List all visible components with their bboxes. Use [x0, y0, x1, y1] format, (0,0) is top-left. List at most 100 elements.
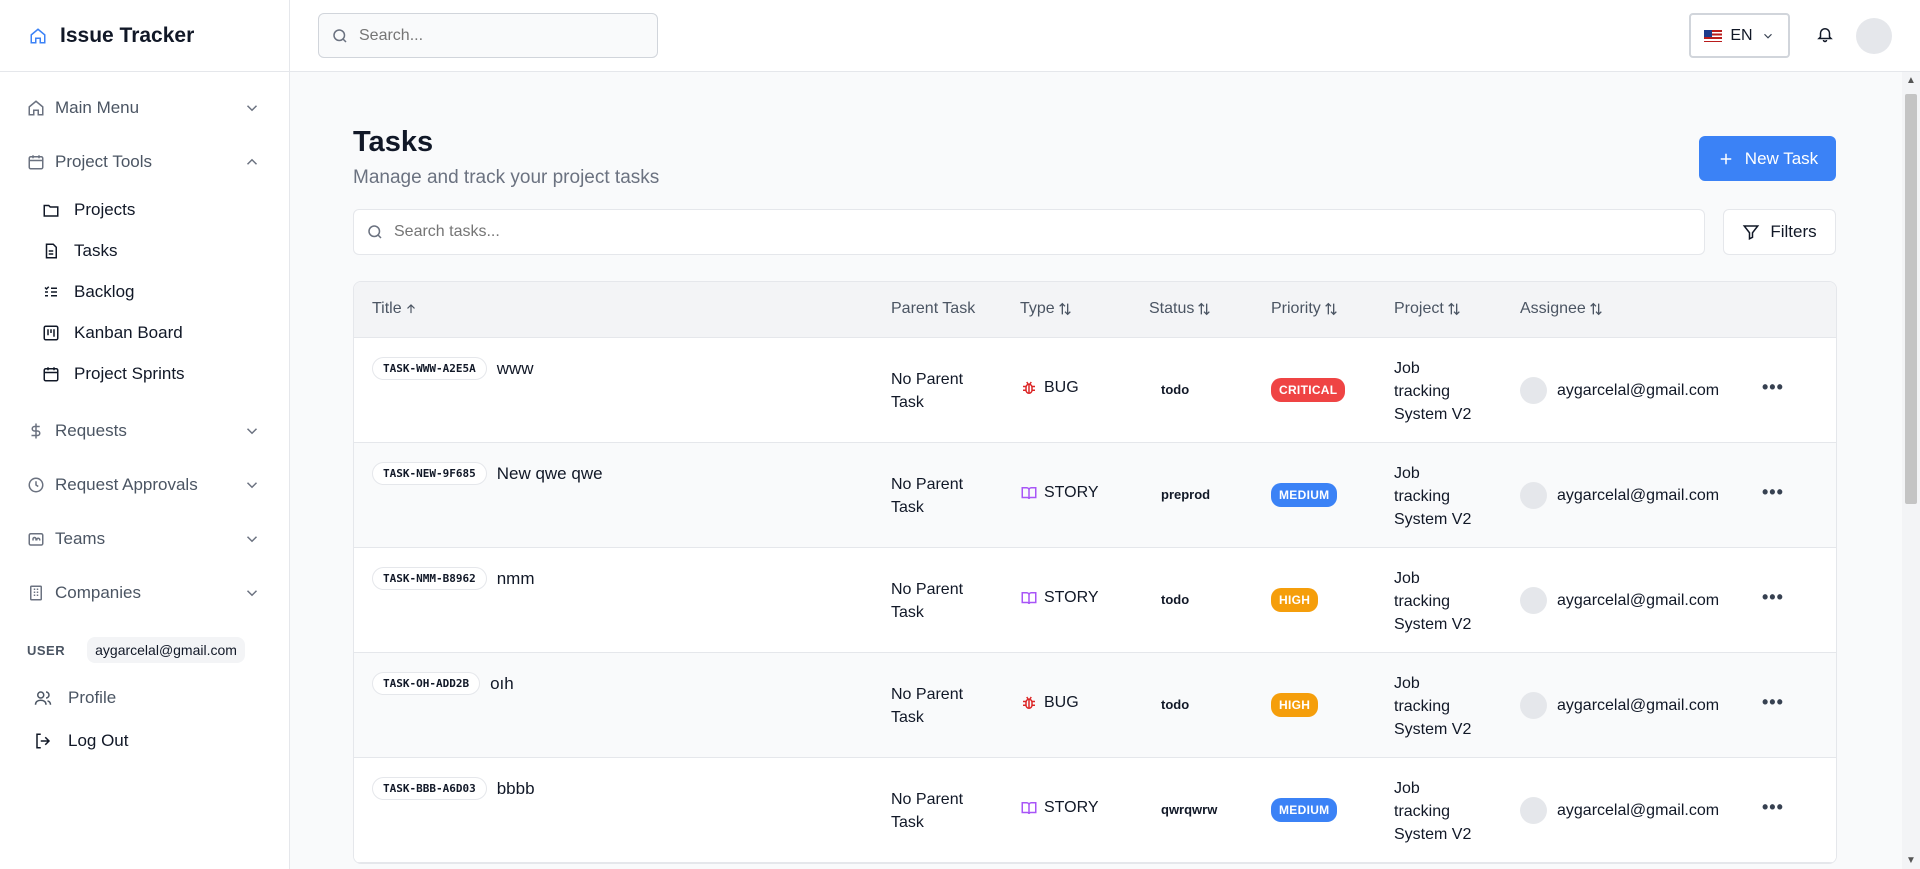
calendar-icon: [27, 153, 45, 171]
parent-task-text: Task: [891, 604, 924, 621]
assignee-cell: aygarcelal@gmail.com: [1520, 692, 1719, 719]
project-cell: Job tracking System V2: [1394, 672, 1494, 741]
type-cell: STORY: [1020, 589, 1099, 607]
assignee-cell: aygarcelal@gmail.com: [1520, 377, 1719, 404]
sidebar-section-main-menu[interactable]: Main Menu: [0, 81, 289, 135]
column-header-project[interactable]: Project: [1394, 300, 1462, 318]
global-search-input[interactable]: [359, 26, 639, 45]
scroll-down-arrow-icon[interactable]: ▼: [1906, 855, 1916, 866]
task-title-cell[interactable]: TASK-BBB-A6D03 bbbb: [372, 777, 535, 800]
more-actions-icon[interactable]: •••: [1762, 797, 1784, 818]
column-header-status[interactable]: Status: [1149, 300, 1212, 318]
brand[interactable]: Issue Tracker: [0, 0, 289, 72]
sidebar-item-projects[interactable]: Projects: [0, 189, 289, 230]
project-text: Job: [1394, 570, 1420, 587]
chevron-up-icon: [243, 153, 261, 171]
assignee-email: aygarcelal@gmail.com: [1557, 801, 1720, 819]
sidebar-section-companies[interactable]: Companies: [0, 566, 289, 620]
assignee-cell: aygarcelal@gmail.com: [1520, 482, 1719, 509]
avatar: [1520, 587, 1547, 614]
task-name[interactable]: oıh: [490, 674, 514, 694]
project-text: System V2: [1394, 826, 1472, 843]
task-title-cell[interactable]: TASK-NMM-B8962 nmm: [372, 567, 535, 590]
more-actions-icon[interactable]: •••: [1762, 482, 1784, 503]
search-icon: [331, 27, 349, 45]
parent-task-text: Task: [891, 394, 924, 411]
assignee-email: aygarcelal@gmail.com: [1557, 486, 1720, 504]
user-info: USER aygarcelal@gmail.com: [0, 630, 289, 670]
sidebar-item-backlog[interactable]: Backlog: [0, 271, 289, 312]
chevron-down-icon: [243, 530, 261, 548]
status-label: todo: [1161, 592, 1190, 607]
more-actions-icon[interactable]: •••: [1762, 692, 1784, 713]
parent-task-text: No Parent: [891, 686, 964, 703]
scroll-up-arrow-icon[interactable]: ▲: [1906, 75, 1916, 86]
us-flag-icon: [1704, 29, 1723, 42]
language-selector[interactable]: EN: [1689, 13, 1790, 58]
column-header-title[interactable]: Title: [372, 300, 418, 318]
scrollbar-thumb[interactable]: [1905, 94, 1917, 504]
table-row[interactable]: TASK-BBB-A6D03 bbbb No Parent Task STORY qwrq…: [354, 758, 1836, 863]
table-row[interactable]: TASK-OH-ADD2B oıh No Parent Task BUG todo HIGH…: [354, 653, 1836, 758]
column-header-type[interactable]: Type: [1020, 300, 1073, 318]
user-avatar[interactable]: [1856, 18, 1892, 54]
column-header-priority[interactable]: Priority: [1271, 300, 1339, 318]
parent-task-text: No Parent: [891, 791, 964, 808]
user-icon: [32, 687, 54, 709]
page-scrollbar[interactable]: ▲ ▼: [1902, 72, 1920, 869]
project-cell: Job tracking System V2: [1394, 462, 1494, 531]
sidebar-item-project-sprints[interactable]: Project Sprints: [0, 353, 289, 394]
profile-link[interactable]: Profile: [0, 676, 289, 719]
task-name[interactable]: nmm: [497, 569, 535, 589]
column-header-assignee[interactable]: Assignee: [1520, 300, 1604, 318]
column-label: Type: [1020, 300, 1055, 317]
task-title-cell[interactable]: TASK-OH-ADD2B oıh: [372, 672, 514, 695]
task-name[interactable]: New qwe qwe: [497, 464, 603, 484]
project-text: tracking: [1394, 593, 1451, 610]
home-icon: [26, 24, 50, 48]
parent-task-text: No Parent: [891, 371, 964, 388]
sidebar-section-project-tools[interactable]: Project Tools: [0, 135, 289, 189]
project-cell: Job tracking System V2: [1394, 567, 1494, 636]
project-text: System V2: [1394, 721, 1472, 738]
new-task-label: New Task: [1744, 148, 1819, 168]
project-text: tracking: [1394, 698, 1451, 715]
filters-button[interactable]: Filters: [1723, 209, 1836, 255]
new-task-button[interactable]: New Task: [1699, 136, 1836, 181]
more-actions-icon[interactable]: •••: [1762, 377, 1784, 398]
task-title-cell[interactable]: TASK-NEW-9F685 New qwe qwe: [372, 462, 603, 485]
sidebar-section-label: Companies: [55, 583, 141, 602]
type-cell: BUG: [1020, 379, 1079, 397]
sort-icon: [1323, 301, 1339, 317]
page-subtitle: Manage and track your project tasks: [353, 167, 660, 188]
task-search-input[interactable]: [394, 223, 1674, 241]
task-name[interactable]: www: [497, 359, 534, 379]
sort-icon: [1196, 301, 1212, 317]
sidebar-section-teams[interactable]: Teams: [0, 512, 289, 566]
table-row[interactable]: TASK-NEW-9F685 New qwe qwe No Parent Task ST…: [354, 443, 1836, 548]
task-code-badge: TASK-OH-ADD2B: [372, 672, 481, 695]
book-icon: [1020, 799, 1038, 817]
more-actions-icon[interactable]: •••: [1762, 587, 1784, 608]
sidebar-section-requests[interactable]: Requests: [0, 404, 289, 458]
file-icon: [42, 242, 60, 260]
sidebar-item-label: Kanban Board: [74, 322, 183, 342]
chevron-down-icon: [243, 584, 261, 602]
task-name[interactable]: bbbb: [497, 779, 535, 799]
table-body: TASK-WWW-A2E5A www No Parent Task BUG todo CRI…: [354, 338, 1836, 863]
parent-task-cell: No Parent Task: [891, 368, 981, 414]
task-search[interactable]: [353, 209, 1705, 255]
bell-icon[interactable]: [1813, 22, 1837, 46]
logout-button[interactable]: Log Out: [0, 719, 289, 762]
task-title-cell[interactable]: TASK-WWW-A2E5A www: [372, 357, 534, 380]
sidebar-section-request-approvals[interactable]: Request Approvals: [0, 458, 289, 512]
project-text: tracking: [1394, 383, 1451, 400]
global-search[interactable]: [318, 13, 658, 58]
table-row[interactable]: TASK-WWW-A2E5A www No Parent Task BUG todo CRI…: [354, 338, 1836, 443]
sidebar-item-label: Projects: [74, 199, 136, 219]
project-text: System V2: [1394, 511, 1472, 528]
table-row[interactable]: TASK-NMM-B8962 nmm No Parent Task STORY todo H…: [354, 548, 1836, 653]
sidebar-item-kanban-board[interactable]: Kanban Board: [0, 312, 289, 353]
type-label: STORY: [1044, 799, 1099, 816]
sidebar-item-tasks[interactable]: Tasks: [0, 230, 289, 271]
